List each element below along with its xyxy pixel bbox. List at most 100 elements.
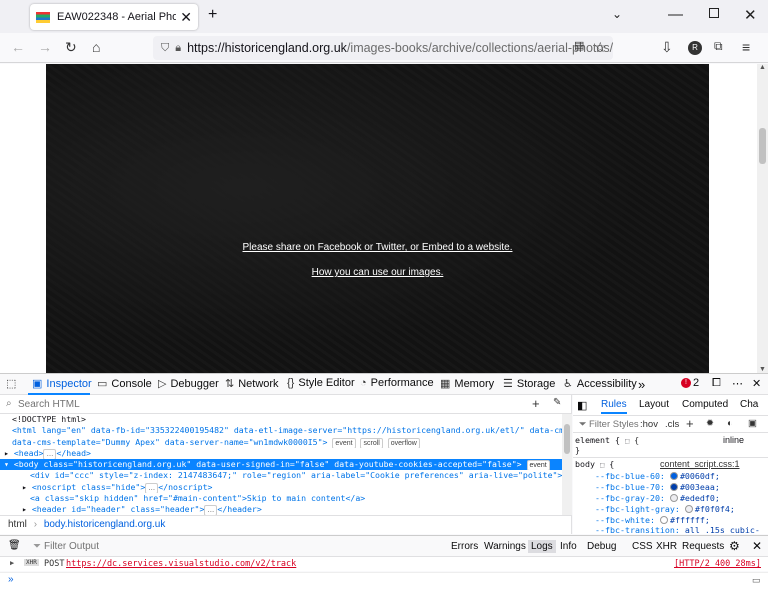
home-icon[interactable]: ⌂ (92, 39, 100, 55)
tree-node-html-cont[interactable]: data-cms-template="Dummy Apex" data-serv… (0, 437, 562, 448)
filter-warnings[interactable]: Warnings (484, 541, 526, 552)
eyedropper-icon[interactable]: ✎ (553, 397, 561, 408)
pocket-save-icon[interactable]: ⇩ (661, 39, 673, 56)
print-media-icon[interactable]: ▣ (748, 418, 757, 429)
tab-accessibility[interactable]: ♿︎ Accessibility (563, 377, 637, 391)
tree-node-html[interactable]: <html lang="en" data-fb-id="335322400195… (0, 425, 562, 436)
hover-state-toggle[interactable]: :hov (640, 419, 658, 430)
scrollbar-thumb[interactable] (759, 128, 766, 164)
event-badge[interactable]: event (332, 437, 356, 448)
scroll-down-icon[interactable]: ▼ (759, 366, 766, 373)
element-picker-icon[interactable]: ⬚ (6, 377, 20, 390)
close-devtools-icon[interactable]: ✕ (752, 377, 761, 390)
tracking-shield-icon[interactable]: ⛉ (161, 42, 169, 55)
new-tab-button[interactable]: + (208, 6, 217, 24)
filter-styles-input[interactable]: Filter Styles (589, 419, 639, 430)
breadcrumb-body[interactable]: body.historicengland.org.uk (44, 519, 166, 530)
tree-node-header[interactable]: ▸ <header id="header" class="header">… </… (0, 504, 562, 516)
expand-arrow-icon[interactable]: ▸ (4, 448, 9, 458)
css-var-row[interactable]: --fbc-transition: all .15s cubic- (595, 525, 760, 534)
color-swatch[interactable] (659, 516, 668, 524)
search-html-input[interactable]: ⌕ Search HTML + ✎ (0, 395, 572, 414)
tree-node-head[interactable]: ▸ <head>… </head> (0, 448, 562, 460)
browser-tab[interactable]: EAW022348 - Aerial Photo | Hist ✕ (30, 4, 198, 30)
forward-arrow-icon[interactable]: → (38, 39, 52, 55)
share-link[interactable]: Please share on Facebook or Twitter, or … (46, 242, 709, 253)
request-status[interactable]: [HTTP/2 400 28ms] (674, 559, 761, 569)
breadcrumb-html[interactable]: html (8, 519, 27, 530)
collapsed-badge[interactable]: … (145, 482, 159, 494)
page-scrollbar[interactable]: ▲ ▼ (757, 64, 768, 373)
minimize-button[interactable]: — (668, 6, 683, 23)
filter-logs[interactable]: Logs (528, 540, 556, 553)
console-message[interactable]: ▶ XHR POST https://dc.services.visualstu… (0, 557, 768, 571)
css-var-row[interactable]: --fbc-white: #ffffff; (595, 515, 710, 525)
aerial-photo[interactable]: Please share on Facebook or Twitter, or … (46, 64, 709, 373)
extensions-icon[interactable]: ⧉ (714, 39, 723, 54)
console-input[interactable]: » ▭ (0, 572, 768, 600)
tab-computed[interactable]: Computed (682, 399, 728, 410)
expand-arrow-icon[interactable]: ▸ (22, 504, 27, 514)
stylesheet-source-link[interactable]: content_script.css:1 (660, 459, 740, 469)
app-menu-icon[interactable]: ≡ (742, 39, 750, 55)
css-var-row[interactable]: --fbc-blue-60: #0060df; (595, 471, 720, 481)
tree-node-doctype[interactable]: <!DOCTYPE html> (0, 414, 562, 425)
devtools-menu-icon[interactable]: ⋯ (732, 377, 743, 390)
tab-network[interactable]: ⇅ Network (225, 377, 279, 391)
add-rule-icon[interactable]: + (686, 416, 694, 431)
markup-scrollbar[interactable] (562, 414, 572, 515)
account-avatar[interactable]: R (688, 41, 702, 55)
tab-console[interactable]: ▭ Console (97, 377, 152, 391)
address-bar[interactable]: ⛉ 🔒︎ https://historicengland.org.uk/imag… (153, 36, 613, 60)
tab-changes[interactable]: Cha (740, 399, 758, 410)
color-swatch[interactable] (684, 505, 693, 513)
tree-node-skip-link[interactable]: <a class="skip hidden" href="#main-conte… (0, 493, 562, 504)
dock-side-icon[interactable]: ⧠ (712, 377, 721, 390)
filter-requests[interactable]: Requests (682, 541, 724, 552)
bookmark-star-icon[interactable]: ☆ (594, 39, 607, 56)
dark-scheme-icon[interactable]: ◐ (727, 418, 733, 429)
more-tabs-icon[interactable]: » (638, 377, 645, 392)
css-var-row[interactable]: --fbc-light-gray: #f0f0f4; (595, 504, 735, 514)
request-url-link[interactable]: https://dc.services.visualstudio.com/v2/… (66, 559, 296, 569)
tab-storage[interactable]: ☰ Storage (503, 377, 555, 391)
close-tab-icon[interactable]: ✕ (180, 9, 192, 26)
editor-mode-icon[interactable]: ▭ (752, 575, 761, 586)
tab-style-editor[interactable]: {} Style Editor (287, 377, 355, 389)
color-swatch[interactable] (669, 472, 678, 480)
css-var-row[interactable]: --fbc-blue-70: #003eaa; (595, 482, 720, 492)
filter-xhr[interactable]: XHR (656, 541, 677, 552)
close-split-console-icon[interactable]: ✕ (752, 539, 762, 553)
maximize-button[interactable] (709, 8, 719, 18)
tab-rules[interactable]: Rules (601, 399, 627, 414)
class-toggle[interactable]: .cls (665, 419, 679, 430)
color-swatch[interactable] (669, 483, 678, 491)
overflow-badge[interactable]: overflow (387, 437, 420, 448)
error-count-badge[interactable]: ! 2 (681, 377, 699, 389)
filter-info[interactable]: Info (560, 541, 577, 552)
sidebar-toggle-icon[interactable]: ◧ (577, 399, 587, 412)
image-usage-link[interactable]: How you can use our images. (46, 267, 709, 278)
list-tabs-chevron-icon[interactable]: ⌄ (612, 7, 622, 21)
markup-scrollbar-thumb[interactable] (564, 424, 570, 454)
tab-debugger[interactable]: ▷ Debugger (158, 377, 219, 391)
reader-view-icon[interactable]: ▤ (574, 39, 584, 52)
back-arrow-icon[interactable]: ← (11, 39, 25, 55)
expand-arrow-icon[interactable]: ▸ (22, 482, 27, 492)
tree-node-noscript[interactable]: ▸ <noscript class="hide">… </noscript> (0, 482, 562, 494)
tab-performance[interactable]: ◔ Performance (360, 377, 434, 389)
tab-layout[interactable]: Layout (639, 399, 669, 410)
filter-debug[interactable]: Debug (587, 541, 616, 552)
color-swatch[interactable] (669, 494, 678, 502)
add-node-icon[interactable]: + (532, 396, 540, 411)
filter-css[interactable]: CSS (632, 541, 653, 552)
filter-output-input[interactable]: Filter Output (44, 541, 99, 552)
reload-icon[interactable]: ↻ (65, 39, 77, 56)
close-window-button[interactable]: ✕ (744, 6, 757, 24)
filter-errors[interactable]: Errors (451, 541, 478, 552)
tab-memory[interactable]: ▦ Memory (440, 377, 494, 391)
scroll-up-icon[interactable]: ▲ (759, 64, 766, 71)
collapsed-badge[interactable]: … (43, 448, 57, 460)
console-settings-gear-icon[interactable]: ⚙ (729, 539, 740, 553)
trash-icon[interactable]: 🗑︎ (8, 540, 21, 551)
